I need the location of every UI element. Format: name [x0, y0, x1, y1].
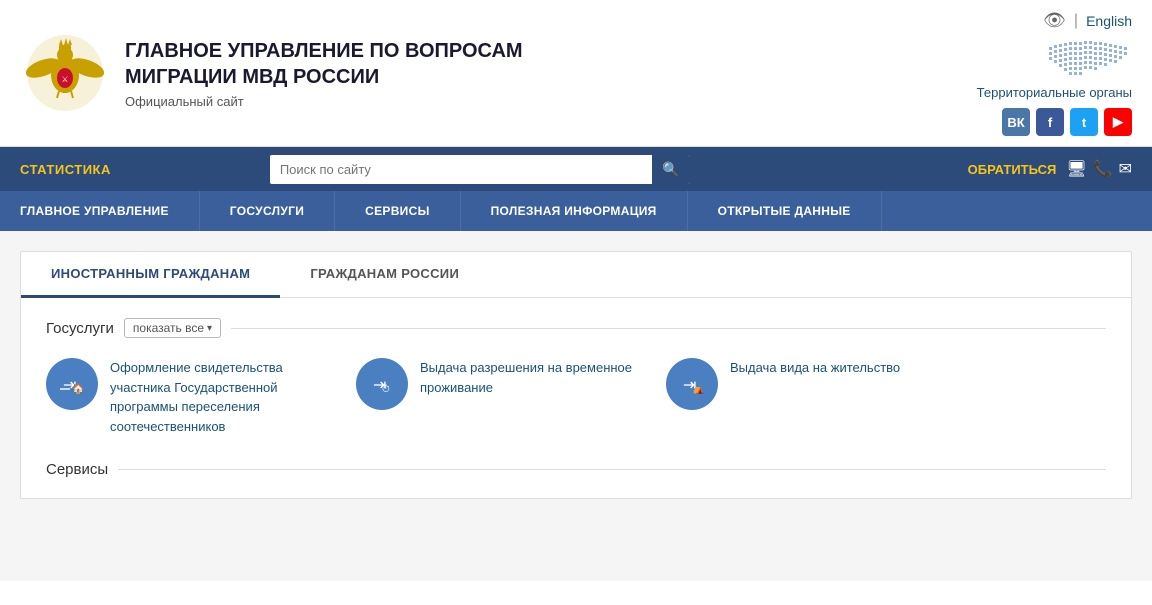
tabs-container: ИНОСТРАННЫМ ГРАЖДАНАМ ГРАЖДАНАМ РОССИИ Г… — [20, 251, 1132, 499]
nav-item-servisy[interactable]: СЕРВИСЫ — [335, 191, 460, 231]
service-icon-1: ⇥ 🏠 — [46, 358, 98, 410]
top-nav-bar: СТАТИСТИКА 🔍 ОБРАТИТЬСЯ 🖥 📞 ✉ — [0, 147, 1152, 191]
monitor-icon[interactable]: 🖥 — [1066, 159, 1086, 179]
nav-item-open-data[interactable]: ОТКРЫТЫЕ ДАННЫЕ — [688, 191, 882, 231]
service-icon-3: ⇥ ⛺ — [666, 358, 718, 410]
section-divider — [231, 328, 1106, 329]
twitter-social-icon[interactable]: t — [1070, 108, 1098, 136]
lang-area: 👁 | English — [1043, 10, 1132, 31]
logo-area: ⚔ ГЛАВНОЕ УПРАВЛЕНИЕ ПО ВОПРОСАМ МИГРАЦИ… — [20, 28, 977, 118]
mail-icon[interactable]: ✉ — [1119, 159, 1132, 179]
youtube-social-icon[interactable]: ▶ — [1104, 108, 1132, 136]
search-input[interactable] — [270, 156, 653, 183]
show-all-button[interactable]: показать все — [124, 318, 221, 338]
svg-text:⚔: ⚔ — [61, 75, 68, 84]
svg-text:🏠: 🏠 — [72, 383, 84, 395]
search-box: 🔍 — [270, 155, 690, 184]
site-title: ГЛАВНОЕ УПРАВЛЕНИЕ ПО ВОПРОСАМ МИГРАЦИИ … — [125, 38, 523, 90]
service-card-1[interactable]: ⇥ 🏠 Оформление свидетельства участника Г… — [46, 358, 326, 436]
search-button[interactable]: 🔍 — [652, 155, 689, 184]
services-grid: ⇥ 🏠 Оформление свидетельства участника Г… — [46, 358, 1106, 436]
secondary-nav-bar: ГЛАВНОЕ УПРАВЛЕНИЕ ГОСУСЛУГИ СЕРВИСЫ ПОЛ… — [0, 191, 1152, 231]
russia-map — [1047, 39, 1132, 77]
service-text-2[interactable]: Выдача разрешения на временное проживани… — [420, 358, 636, 397]
main-content: ИНОСТРАННЫМ ГРАЖДАНАМ ГРАЖДАНАМ РОССИИ Г… — [0, 231, 1152, 581]
nav-item-main[interactable]: ГЛАВНОЕ УПРАВЛЕНИЕ — [0, 191, 200, 231]
svg-text:⛺: ⛺ — [692, 384, 704, 395]
phone-icon[interactable]: 📞 — [1093, 159, 1113, 179]
servisy-divider — [118, 469, 1106, 470]
servisy-title: Сервисы — [46, 461, 108, 478]
nav-contact-icons: 🖥 📞 ✉ — [1066, 159, 1132, 179]
servisy-section-header: Сервисы — [46, 461, 1106, 478]
emblem-logo: ⚔ — [20, 28, 110, 118]
vk-social-icon[interactable]: ВК — [1002, 108, 1030, 136]
service-card-2[interactable]: ⇥ ⏱ Выдача разрешения на временное прожи… — [356, 358, 636, 436]
gosuslugi-title: Госуслуги — [46, 320, 114, 337]
nav-item-info[interactable]: ПОЛЕЗНАЯ ИНФОРМАЦИЯ — [461, 191, 688, 231]
contact-nav-item[interactable]: ОБРАТИТЬСЯ — [968, 162, 1057, 177]
site-header: ⚔ ГЛАВНОЕ УПРАВЛЕНИЕ ПО ВОПРОСАМ МИГРАЦИ… — [0, 0, 1152, 147]
gosuslugi-section-header: Госуслуги показать все — [46, 318, 1106, 338]
svg-text:⏱: ⏱ — [382, 384, 390, 395]
service-card-3[interactable]: ⇥ ⛺ Выдача вида на жительство — [666, 358, 946, 436]
tab-content-foreign: Госуслуги показать все ⇥ 🏠 Оформление св… — [21, 298, 1131, 498]
accessibility-icon[interactable]: 👁 — [1043, 10, 1066, 31]
tab-foreign-citizens[interactable]: ИНОСТРАННЫМ ГРАЖДАНАМ — [21, 252, 280, 298]
site-subtitle: Официальный сайт — [125, 94, 523, 109]
nav-item-gosuslugi[interactable]: ГОСУСЛУГИ — [200, 191, 335, 231]
statistics-nav-item[interactable]: СТАТИСТИКА — [20, 162, 111, 177]
service-text-1[interactable]: Оформление свидетельства участника Госуд… — [110, 358, 326, 436]
tabs-header: ИНОСТРАННЫМ ГРАЖДАНАМ ГРАЖДАНАМ РОССИИ — [21, 252, 1131, 298]
territorial-organs-link[interactable]: Территориальные органы — [977, 85, 1132, 100]
english-lang-link[interactable]: English — [1086, 13, 1132, 29]
nav-right-area: ОБРАТИТЬСЯ 🖥 📞 ✉ — [968, 159, 1132, 179]
service-text-3[interactable]: Выдача вида на жительство — [730, 358, 900, 378]
tab-russian-citizens[interactable]: ГРАЖДАНАМ РОССИИ — [280, 252, 489, 298]
logo-text: ГЛАВНОЕ УПРАВЛЕНИЕ ПО ВОПРОСАМ МИГРАЦИИ … — [125, 38, 523, 109]
social-icons-group: ВК f t ▶ — [1002, 108, 1132, 136]
service-icon-2: ⇥ ⏱ — [356, 358, 408, 410]
facebook-social-icon[interactable]: f — [1036, 108, 1064, 136]
header-right: 👁 | English — [977, 10, 1132, 136]
